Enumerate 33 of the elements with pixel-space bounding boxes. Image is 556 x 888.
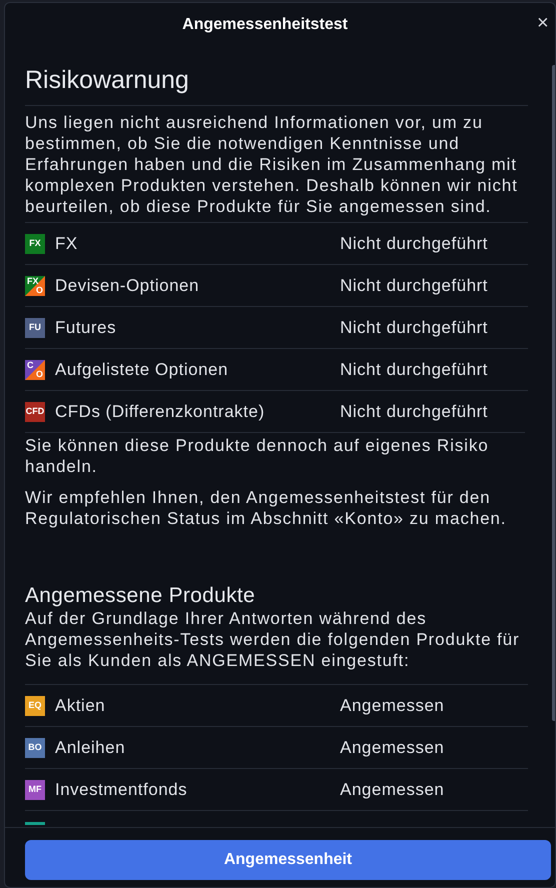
badge-icon: FX	[25, 234, 45, 254]
dialog-title: Angemessenheitstest	[182, 15, 348, 35]
status-text: Nicht durchgeführt	[340, 358, 488, 381]
status-text: Nicht durchgeführt	[340, 274, 488, 297]
product-name: Investmentfonds	[55, 778, 188, 801]
split-badge-icon: C O	[25, 360, 45, 380]
section-heading: Risikowarnung	[25, 65, 528, 106]
status-text: Angemessen	[340, 694, 444, 717]
note-text: Sie können diese Produkte dennoch auf eigenes Risiko handeln.	[25, 432, 525, 477]
badge-icon: FU	[25, 318, 45, 338]
section-heading: Angemessene Produkte	[25, 584, 256, 608]
badge-icon: MF	[25, 780, 45, 800]
suitability-button[interactable]: Angemessenheit	[25, 840, 551, 880]
close-button[interactable]: ×	[537, 13, 549, 33]
product-name: Anleihen	[55, 736, 126, 759]
product-name: FX	[55, 232, 79, 255]
split-badge-icon: FX O	[25, 276, 45, 296]
note-text: Wir empfehlen Ihnen, den Angemessenheitstest für den Regulatorischen Status im Abschnitt «Konto» zu machen.	[25, 487, 508, 529]
status-text: Nicht durchgeführt	[340, 400, 488, 423]
product-name: Futures	[55, 316, 118, 339]
product-name: Aufgelistete Optionen	[55, 358, 230, 381]
product-name: Devisen-Optionen	[55, 274, 200, 297]
status-text: Angemessen	[340, 778, 444, 801]
product-name: Aktien	[55, 694, 106, 717]
product-name: CFDs (Differenzkontrakte)	[55, 400, 266, 423]
status-text: Nicht durchgeführt	[340, 316, 488, 339]
status-text: Nicht durchgeführt	[340, 232, 488, 255]
badge-icon: EQ	[25, 696, 45, 716]
status-text: Angemessen	[340, 736, 444, 759]
badge-icon: BO	[25, 738, 45, 758]
badge-icon: CFD	[25, 402, 45, 422]
suitable-text: Auf der Grundlage Ihrer Antworten während des Angemessenheits-Tests werden die folgenden Produkte für Sie als Kunden als ANGEMESSEN eingestuft:	[25, 608, 521, 672]
warning-text: Uns liegen nicht ausreichend Informationen vor, um zu bestimmen, ob Sie die notwendigen Kenntnisse und Erfahrungen haben und die Risiken im Zusammenhang mit komplexen Produkten verstehen. Deshalb können wir nicht beurteilen, ob diese Produkte für Sie angemessen sind.	[25, 112, 519, 218]
